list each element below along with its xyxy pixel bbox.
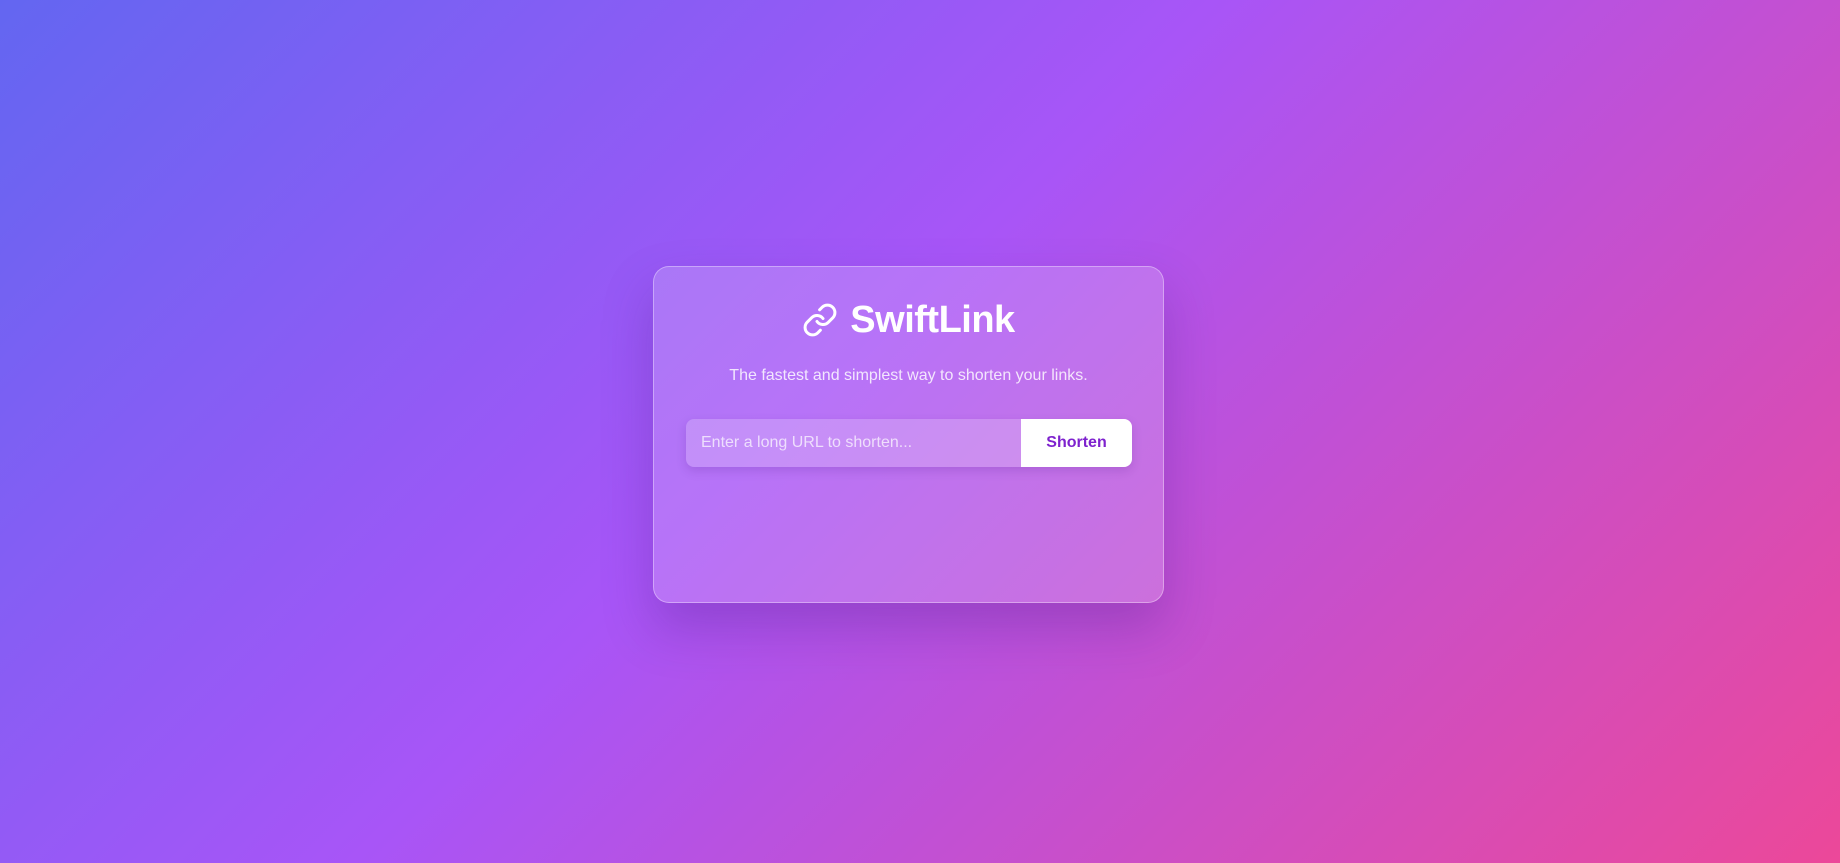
shorten-button[interactable]: Shorten xyxy=(1021,419,1132,467)
url-input[interactable] xyxy=(686,419,1021,467)
link-icon xyxy=(802,302,838,338)
shorten-form: Shorten xyxy=(686,419,1132,467)
brand-header: SwiftLink xyxy=(654,301,1163,339)
app-title: SwiftLink xyxy=(850,299,1015,341)
shortener-card: SwiftLink The fastest and simplest way t… xyxy=(653,266,1164,603)
app-tagline: The fastest and simplest way to shorten … xyxy=(729,367,1088,384)
